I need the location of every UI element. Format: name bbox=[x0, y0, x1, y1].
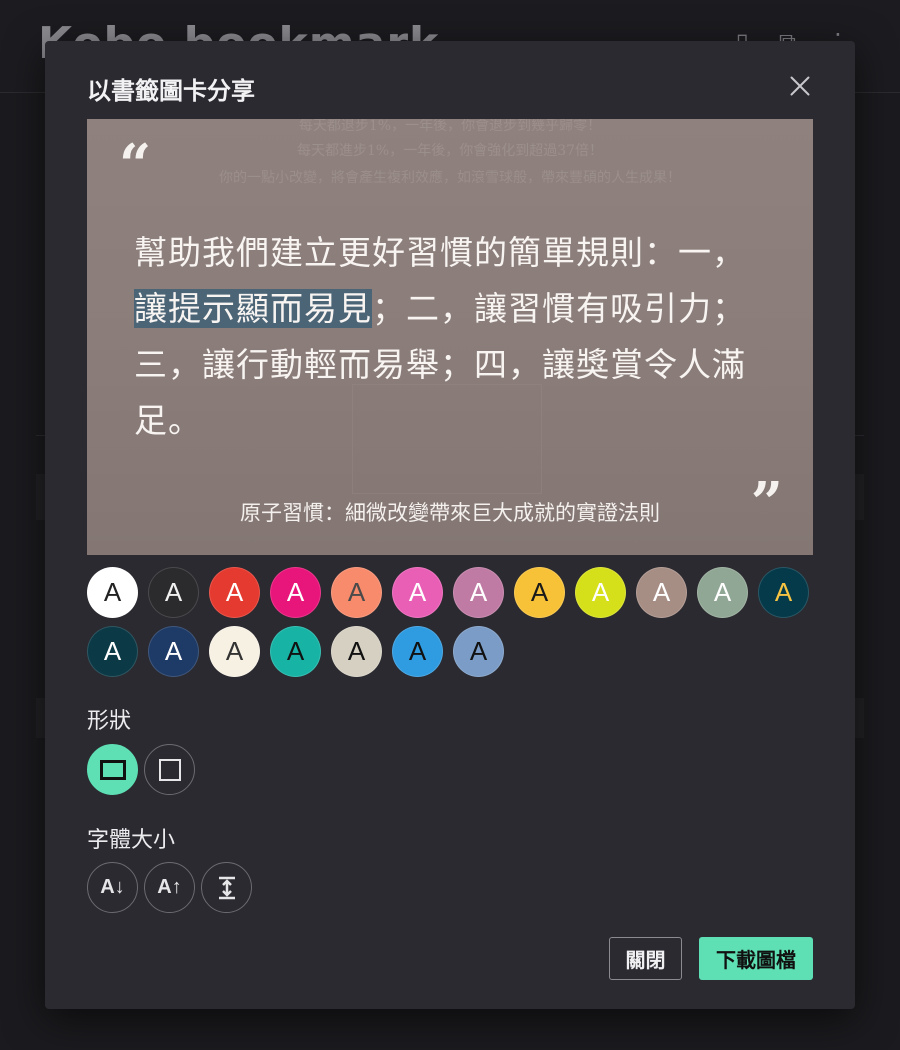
color-swatch[interactable]: A bbox=[575, 567, 626, 618]
color-swatch[interactable]: A bbox=[148, 626, 199, 677]
color-swatch[interactable]: A bbox=[87, 567, 138, 618]
color-swatch[interactable]: A bbox=[209, 626, 260, 677]
color-swatch[interactable]: A bbox=[270, 567, 321, 618]
font-fit-button[interactable] bbox=[201, 862, 252, 913]
color-swatch[interactable]: A bbox=[392, 626, 443, 677]
color-swatch[interactable]: A bbox=[209, 567, 260, 618]
color-swatch[interactable]: A bbox=[453, 567, 504, 618]
background-text: 你的一點小改變，將會產生複利效應，如滾雪球般，帶來豐碩的人生成果！ bbox=[219, 170, 681, 186]
square-icon bbox=[158, 758, 181, 781]
background-text: 每天都退步1%，一年後，你會退步到幾乎歸零！ bbox=[298, 119, 602, 134]
font-increase-icon: A↑ bbox=[157, 876, 182, 898]
close-icon[interactable] bbox=[787, 73, 813, 99]
close-quote-icon: ” bbox=[750, 470, 783, 536]
fit-height-icon bbox=[218, 876, 235, 899]
color-swatch[interactable]: A bbox=[392, 567, 443, 618]
color-swatch[interactable]: A bbox=[270, 626, 321, 677]
color-swatch[interactable]: A bbox=[331, 567, 382, 618]
shape-label: 形狀 bbox=[87, 709, 132, 734]
quote-highlight: 讓提示顯而易見 bbox=[134, 289, 372, 328]
color-swatch[interactable]: A bbox=[87, 626, 138, 677]
background-text: 每天都進步1%，一年後，你會強化到超過37倍！ bbox=[296, 143, 604, 159]
rectangle-icon bbox=[99, 759, 126, 780]
close-button[interactable]: 關閉 bbox=[609, 937, 682, 980]
shape-landscape-button[interactable] bbox=[87, 744, 138, 795]
shape-options bbox=[87, 744, 195, 795]
font-increase-button[interactable]: A↑ bbox=[144, 862, 195, 913]
quote-text-part: 幫助我們建立更好習慣的簡單規則：一， bbox=[134, 233, 746, 272]
card-preview: 每天都退步1%，一年後，你會退步到幾乎歸零！ 每天都進步1%，一年後，你會強化到… bbox=[87, 119, 813, 555]
color-swatch[interactable]: A bbox=[148, 567, 199, 618]
color-swatches: AAAAAAAAAAAAAAAAAAA bbox=[87, 567, 827, 677]
font-size-options: A↓ A↑ bbox=[87, 862, 252, 913]
color-swatch[interactable]: A bbox=[331, 626, 382, 677]
color-swatch[interactable]: A bbox=[758, 567, 809, 618]
color-swatch[interactable]: A bbox=[453, 626, 504, 677]
quote-text: 幫助我們建立更好習慣的簡單規則：一，讓提示顯而易見；二，讓習慣有吸引力；三，讓行… bbox=[134, 225, 774, 449]
font-decrease-icon: A↓ bbox=[100, 876, 125, 898]
color-swatch[interactable]: A bbox=[636, 567, 687, 618]
open-quote-icon: “ bbox=[119, 132, 152, 198]
dialog-title: 以書籤圖卡分享 bbox=[87, 77, 255, 105]
font-decrease-button[interactable]: A↓ bbox=[87, 862, 138, 913]
download-image-button[interactable]: 下載圖檔 bbox=[699, 937, 813, 980]
color-swatch[interactable]: A bbox=[697, 567, 748, 618]
color-swatch[interactable]: A bbox=[514, 567, 565, 618]
book-title: 原子習慣：細微改變帶來巨大成就的實證法則 bbox=[240, 501, 660, 525]
share-card-dialog: 以書籤圖卡分享 每天都退步1%，一年後，你會退步到幾乎歸零！ 每天都進步1%，一… bbox=[45, 41, 855, 1009]
shape-square-button[interactable] bbox=[144, 744, 195, 795]
font-size-label: 字體大小 bbox=[87, 828, 176, 853]
